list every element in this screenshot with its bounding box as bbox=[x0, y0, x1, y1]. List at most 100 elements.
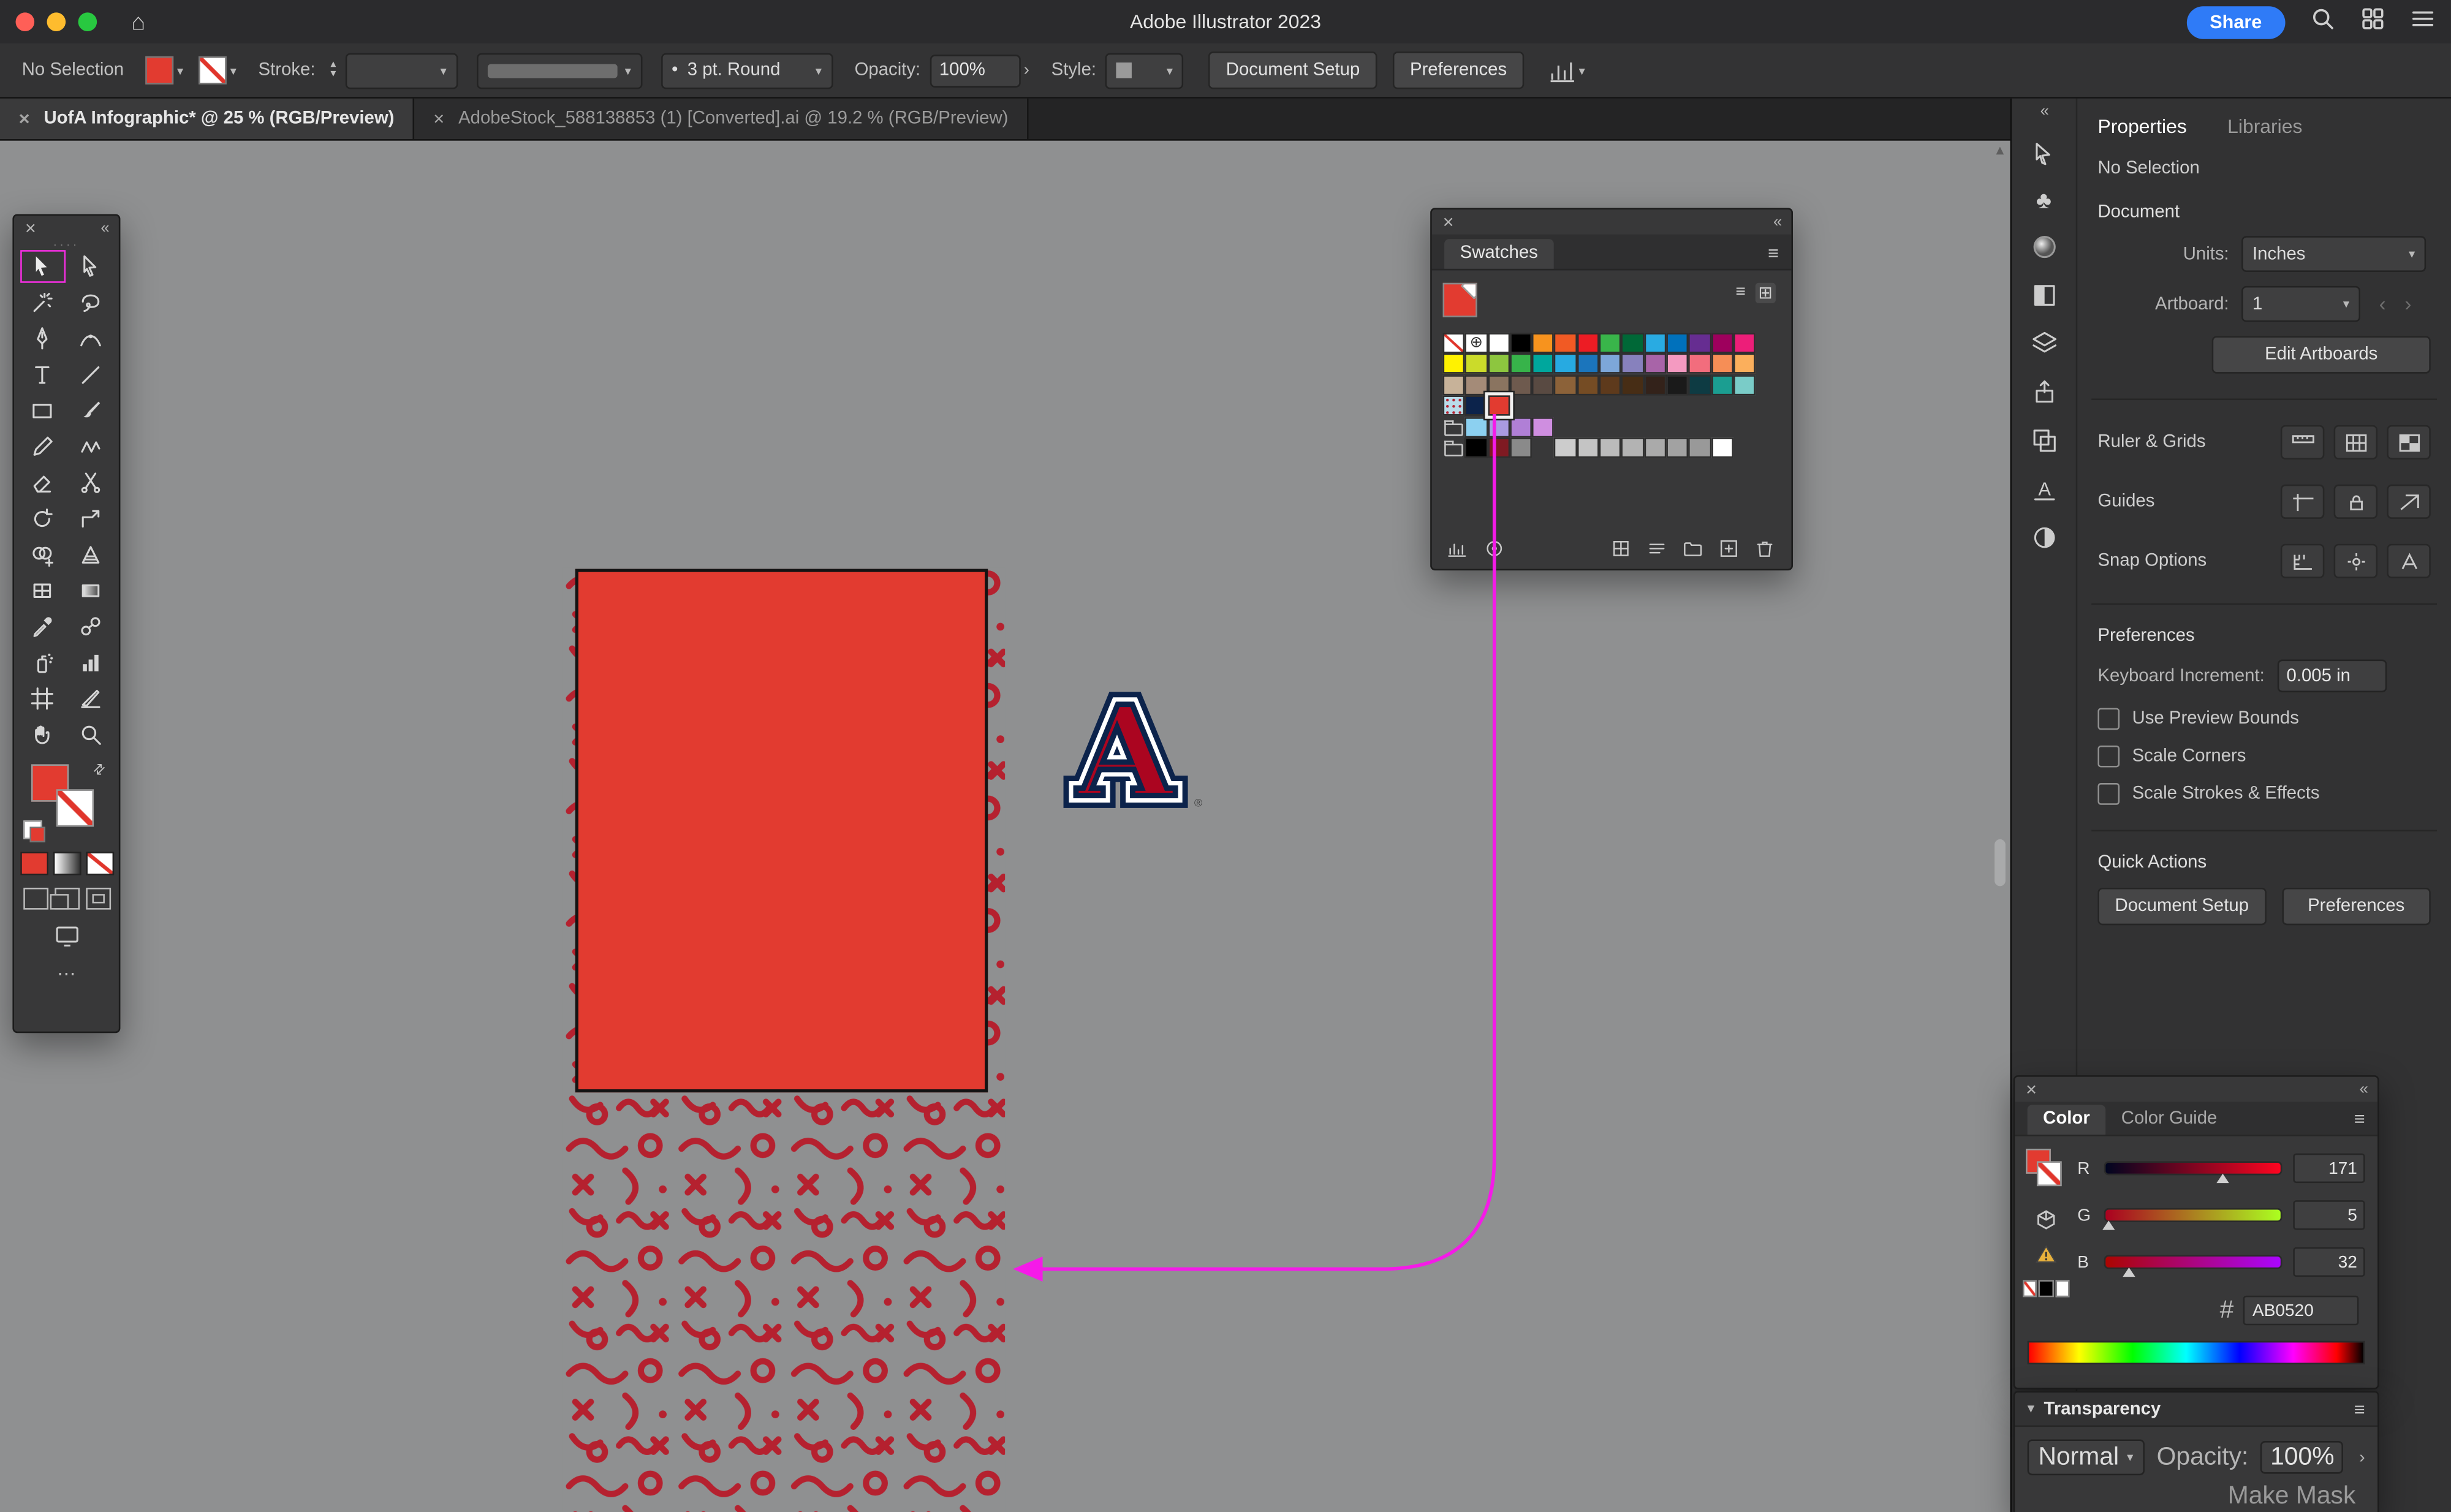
swatch[interactable] bbox=[1711, 375, 1733, 395]
green-slider[interactable] bbox=[2104, 1208, 2282, 1222]
red-rectangle-artwork[interactable] bbox=[575, 569, 988, 1093]
swatch[interactable] bbox=[1689, 437, 1711, 458]
artboards-panel-icon[interactable] bbox=[2029, 426, 2058, 455]
pen-tool[interactable] bbox=[18, 320, 66, 357]
swatch-options-icon[interactable] bbox=[1646, 538, 1668, 560]
swatch[interactable] bbox=[1644, 375, 1666, 395]
chevron-down-icon[interactable]: ▾ bbox=[230, 63, 237, 77]
white-swatch[interactable] bbox=[2055, 1280, 2070, 1297]
use-preview-bounds-checkbox[interactable] bbox=[2097, 708, 2120, 730]
selected-swatch[interactable] bbox=[1488, 396, 1510, 416]
workspace-switcher-icon[interactable] bbox=[2360, 6, 2385, 39]
swatch[interactable] bbox=[1689, 333, 1711, 353]
lock-guides-button[interactable] bbox=[2334, 485, 2377, 519]
fill-color-swatch[interactable] bbox=[146, 56, 174, 85]
zoom-tool[interactable] bbox=[66, 716, 115, 752]
color-button[interactable] bbox=[20, 852, 48, 875]
scrollbar-thumb[interactable] bbox=[1995, 839, 2006, 886]
swatch[interactable] bbox=[1465, 354, 1487, 374]
swatch[interactable] bbox=[1510, 333, 1532, 353]
symbols-panel-icon[interactable]: ♣ bbox=[2036, 189, 2051, 213]
pencil-tool[interactable] bbox=[18, 428, 66, 464]
swatch[interactable] bbox=[1733, 354, 1756, 374]
eraser-tool[interactable] bbox=[18, 464, 66, 501]
color-themes-icon[interactable] bbox=[1483, 538, 1506, 560]
swatch[interactable] bbox=[1555, 437, 1577, 458]
column-graph-tool[interactable] bbox=[66, 644, 115, 680]
swatch[interactable] bbox=[1443, 354, 1465, 374]
scissors-tool[interactable] bbox=[66, 464, 115, 501]
selection-tool[interactable] bbox=[18, 249, 66, 285]
color-panel-header[interactable]: × « bbox=[2015, 1077, 2377, 1102]
smart-guides-panel-icon[interactable] bbox=[2029, 141, 2058, 169]
swatch[interactable] bbox=[1621, 333, 1643, 353]
slider-handle[interactable] bbox=[2122, 1268, 2134, 1277]
shape-builder-tool[interactable] bbox=[18, 536, 66, 572]
swatch[interactable] bbox=[1733, 375, 1756, 395]
collapse-panel-icon[interactable]: « bbox=[1773, 213, 1781, 230]
rotate-tool[interactable] bbox=[18, 500, 66, 536]
swatch[interactable] bbox=[1465, 437, 1487, 458]
registration-swatch[interactable]: ⊕ bbox=[1465, 333, 1487, 353]
swatch[interactable] bbox=[1577, 333, 1599, 353]
character-panel-icon[interactable]: A bbox=[2029, 475, 2058, 504]
blue-value-input[interactable]: 32 bbox=[2293, 1247, 2365, 1277]
swatch[interactable] bbox=[1488, 333, 1510, 353]
swatch[interactable] bbox=[1599, 437, 1621, 458]
blend-tool[interactable] bbox=[66, 608, 115, 644]
free-transform-tool[interactable] bbox=[66, 500, 115, 536]
mesh-tool[interactable] bbox=[18, 572, 66, 608]
stroke-width-stepper[interactable]: ▴ ▾ bbox=[325, 61, 342, 80]
document-setup-button[interactable]: Document Setup bbox=[1209, 51, 1377, 89]
make-mask-button[interactable]: Make Mask bbox=[2228, 1483, 2356, 1511]
qa-preferences-button[interactable]: Preferences bbox=[2282, 888, 2431, 925]
swatch[interactable] bbox=[1532, 417, 1554, 437]
scale-corners-checkbox[interactable] bbox=[2097, 746, 2120, 768]
new-swatch-icon[interactable] bbox=[1718, 538, 1740, 560]
hand-tool[interactable] bbox=[18, 716, 66, 752]
swatch[interactable] bbox=[1599, 333, 1621, 353]
swatch[interactable] bbox=[1577, 437, 1599, 458]
swatches-panel-header[interactable]: × « bbox=[1432, 210, 1792, 235]
close-panel-icon[interactable]: × bbox=[2026, 1078, 2037, 1100]
paintbrush-tool[interactable] bbox=[66, 392, 115, 428]
slider-handle[interactable] bbox=[2216, 1174, 2229, 1183]
next-artboard-icon[interactable]: › bbox=[2404, 292, 2411, 316]
swatch[interactable] bbox=[1443, 333, 1465, 353]
swatch[interactable] bbox=[1510, 375, 1532, 395]
swatch[interactable] bbox=[1510, 354, 1532, 374]
tab-libraries[interactable]: Libraries bbox=[2227, 116, 2302, 138]
swatch[interactable] bbox=[1555, 375, 1577, 395]
red-slider[interactable] bbox=[2104, 1161, 2282, 1175]
swatch[interactable] bbox=[1666, 354, 1688, 374]
swatch[interactable] bbox=[1733, 333, 1756, 353]
preferences-button[interactable]: Preferences bbox=[1393, 51, 1524, 89]
scale-strokes-effects-checkbox[interactable] bbox=[2097, 783, 2120, 805]
slice-tool[interactable] bbox=[66, 680, 115, 716]
red-value-input[interactable]: 171 bbox=[2293, 1154, 2365, 1183]
smart-guides-button[interactable] bbox=[2387, 485, 2430, 519]
grid-view-icon[interactable]: ⊞ bbox=[1755, 283, 1776, 303]
swatch[interactable] bbox=[1532, 333, 1554, 353]
swatch[interactable] bbox=[1666, 333, 1688, 353]
draw-behind-mode[interactable] bbox=[54, 888, 79, 910]
swatch[interactable] bbox=[1488, 354, 1510, 374]
magic-wand-tool[interactable] bbox=[18, 284, 66, 320]
swatch[interactable] bbox=[1644, 354, 1666, 374]
draw-inside-mode[interactable] bbox=[85, 888, 110, 910]
opacity-flyout-icon[interactable]: › bbox=[1024, 61, 1029, 80]
close-panel-icon[interactable]: × bbox=[25, 217, 36, 240]
drag-handle[interactable]: ∙∙∙∙ bbox=[14, 241, 119, 249]
screen-mode-button[interactable] bbox=[14, 925, 119, 947]
swatch[interactable] bbox=[1577, 375, 1599, 395]
swatch-group-folder-icon[interactable] bbox=[1443, 437, 1465, 458]
perspective-grid-tool[interactable] bbox=[66, 536, 115, 572]
tab-color[interactable]: Color bbox=[2028, 1105, 2106, 1135]
gradient-panel-icon[interactable] bbox=[2029, 233, 2058, 261]
appearance-panel-icon[interactable] bbox=[2029, 524, 2058, 552]
panel-menu-icon[interactable]: ≡ bbox=[2354, 1108, 2365, 1135]
shaper-tool[interactable] bbox=[66, 428, 115, 464]
collapse-panel-icon[interactable]: « bbox=[2360, 1081, 2367, 1098]
line-segment-tool[interactable] bbox=[66, 357, 115, 393]
swatch[interactable] bbox=[1711, 333, 1733, 353]
